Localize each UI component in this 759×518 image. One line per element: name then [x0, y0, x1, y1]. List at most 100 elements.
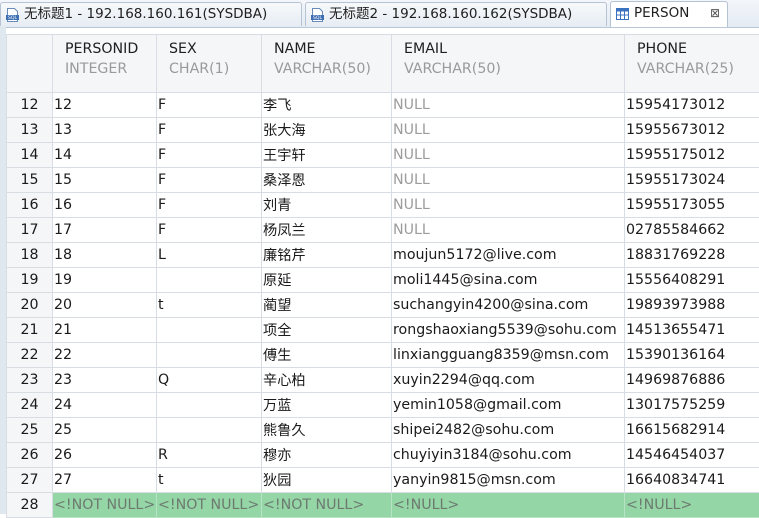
table-row[interactable]: 1717F杨凤兰NULL02785584662 — [7, 218, 759, 243]
cell-name[interactable]: 熊鲁久 — [262, 418, 392, 443]
row-number[interactable]: 14 — [7, 143, 53, 168]
cell-name[interactable]: 辛心柏 — [262, 368, 392, 393]
row-number-header[interactable] — [7, 35, 53, 93]
cell-sex[interactable]: t — [157, 293, 262, 318]
cell-email[interactable]: suchangyin4200@sina.com — [392, 293, 625, 318]
table-row[interactable]: 2121 项全rongshaoxiang5539@sohu.com14513655… — [7, 318, 759, 343]
cell-name[interactable]: 项全 — [262, 318, 392, 343]
table-row[interactable]: 1313F张大海NULL15955673012 — [7, 118, 759, 143]
cell-name[interactable]: 杨凤兰 — [262, 218, 392, 243]
cell-email[interactable]: yanyin9815@msn.com — [392, 468, 625, 493]
column-header-email[interactable]: EMAILVARCHAR(50) — [392, 35, 625, 93]
row-number[interactable]: 27 — [7, 468, 53, 493]
cell-phone[interactable]: 16615682914 — [625, 418, 759, 443]
column-header-name[interactable]: NAMEVARCHAR(50) — [262, 35, 392, 93]
cell-email[interactable]: xuyin2294@qq.com — [392, 368, 625, 393]
table-row[interactable]: 1616F刘青NULL15955173055 — [7, 193, 759, 218]
row-number[interactable]: 15 — [7, 168, 53, 193]
table-row[interactable]: 2727t狄园yanyin9815@msn.com16640834741 — [7, 468, 759, 493]
cell-email[interactable]: NULL — [392, 168, 625, 193]
cell-phone[interactable]: 14969876886 — [625, 368, 759, 393]
cell-email[interactable]: moujun5172@live.com — [392, 243, 625, 268]
cell-sex[interactable]: F — [157, 168, 262, 193]
table-row[interactable]: 1212F李飞NULL15954173012 — [7, 93, 759, 118]
cell-personid[interactable]: 13 — [53, 118, 157, 143]
cell-personid[interactable]: 23 — [53, 368, 157, 393]
cell-phone[interactable]: 18831769228 — [625, 243, 759, 268]
cell-sex[interactable]: t — [157, 468, 262, 493]
cell-personid[interactable]: 16 — [53, 193, 157, 218]
cell-name[interactable]: 狄园 — [262, 468, 392, 493]
table-row[interactable]: 2020t蔺望suchangyin4200@sina.com1989397398… — [7, 293, 759, 318]
row-number[interactable]: 18 — [7, 243, 53, 268]
row-number[interactable]: 17 — [7, 218, 53, 243]
cell-name[interactable]: 李飞 — [262, 93, 392, 118]
table-row[interactable]: 1515F桑泽恩NULL15955173024 — [7, 168, 759, 193]
cell-personid[interactable]: 14 — [53, 143, 157, 168]
cell-sex[interactable]: F — [157, 218, 262, 243]
cell-email[interactable]: moli1445@sina.com — [392, 268, 625, 293]
cell-phone[interactable]: 15955173024 — [625, 168, 759, 193]
row-number[interactable]: 25 — [7, 418, 53, 443]
row-number[interactable]: 20 — [7, 293, 53, 318]
tab-3[interactable]: PERSON⊠ — [610, 1, 728, 27]
cell-email[interactable]: yemin1058@gmail.com — [392, 393, 625, 418]
cell-personid[interactable]: 22 — [53, 343, 157, 368]
cell-personid[interactable]: 27 — [53, 468, 157, 493]
close-tab-icon[interactable]: ⊠ — [710, 2, 720, 25]
row-number[interactable]: 24 — [7, 393, 53, 418]
cell-email[interactable]: NULL — [392, 118, 625, 143]
cell-name[interactable]: 傅生 — [262, 343, 392, 368]
table-row[interactable]: 1414F王宇轩NULL15955175012 — [7, 143, 759, 168]
cell-sex[interactable] — [157, 268, 262, 293]
cell-sex[interactable] — [157, 318, 262, 343]
row-number[interactable]: 26 — [7, 443, 53, 468]
cell-sex[interactable]: F — [157, 93, 262, 118]
cell-name[interactable]: 刘青 — [262, 193, 392, 218]
cell-phone[interactable]: 15955175012 — [625, 143, 759, 168]
cell-personid[interactable]: 26 — [53, 443, 157, 468]
cell-email[interactable]: chuyiyin3184@sohu.com — [392, 443, 625, 468]
row-number[interactable]: 22 — [7, 343, 53, 368]
cell-email[interactable]: NULL — [392, 93, 625, 118]
cell-name[interactable]: 张大海 — [262, 118, 392, 143]
cell-name[interactable]: 万蓝 — [262, 393, 392, 418]
cell-name[interactable]: 桑泽恩 — [262, 168, 392, 193]
row-number[interactable]: 23 — [7, 368, 53, 393]
cell-name[interactable]: 穆亦 — [262, 443, 392, 468]
cell-name[interactable]: 原延 — [262, 268, 392, 293]
cell-email[interactable]: NULL — [392, 143, 625, 168]
cell-personid[interactable]: 25 — [53, 418, 157, 443]
cell-phone[interactable]: 16640834741 — [625, 468, 759, 493]
cell-personid[interactable]: 15 — [53, 168, 157, 193]
cell-phone[interactable]: 19893973988 — [625, 293, 759, 318]
cell-sex[interactable] — [157, 343, 262, 368]
cell-personid[interactable]: 18 — [53, 243, 157, 268]
cell-sex[interactable]: F — [157, 143, 262, 168]
cell-phone[interactable]: 15955673012 — [625, 118, 759, 143]
cell-phone[interactable]: 02785584662 — [625, 218, 759, 243]
cell-email[interactable]: shipei2482@sohu.com — [392, 418, 625, 443]
table-row[interactable]: 2525 熊鲁久shipei2482@sohu.com16615682914 — [7, 418, 759, 443]
cell-phone[interactable]: 14546454037 — [625, 443, 759, 468]
cell-sex[interactable]: R — [157, 443, 262, 468]
cell-phone[interactable]: 13017575259 — [625, 393, 759, 418]
table-row[interactable]: 2424万蓝yemin1058@gmail.com13017575259 — [7, 393, 759, 418]
cell-personid[interactable]: 21 — [53, 318, 157, 343]
table-row[interactable]: 1818L廉铭芹moujun5172@live.com18831769228 — [7, 243, 759, 268]
column-header-sex[interactable]: SEXCHAR(1) — [157, 35, 262, 93]
cell-sex[interactable]: Q — [157, 368, 262, 393]
cell-sex[interactable]: L — [157, 243, 262, 268]
cell-name[interactable]: 王宇轩 — [262, 143, 392, 168]
row-number[interactable]: 21 — [7, 318, 53, 343]
table-row[interactable]: 2222傅生linxiangguang8359@msn.com153901361… — [7, 343, 759, 368]
cell-phone[interactable]: 15556408291 — [625, 268, 759, 293]
column-header-phone[interactable]: PHONEVARCHAR(25) — [625, 35, 759, 93]
cell-email[interactable]: NULL — [392, 193, 625, 218]
cell-personid[interactable]: 17 — [53, 218, 157, 243]
cell-phone[interactable]: 15955173055 — [625, 193, 759, 218]
cell-phone[interactable]: 15954173012 — [625, 93, 759, 118]
cell-email[interactable]: rongshaoxiang5539@sohu.com — [392, 318, 625, 343]
cell-phone[interactable]: 14513655471 — [625, 318, 759, 343]
cell-sex[interactable] — [157, 393, 262, 418]
